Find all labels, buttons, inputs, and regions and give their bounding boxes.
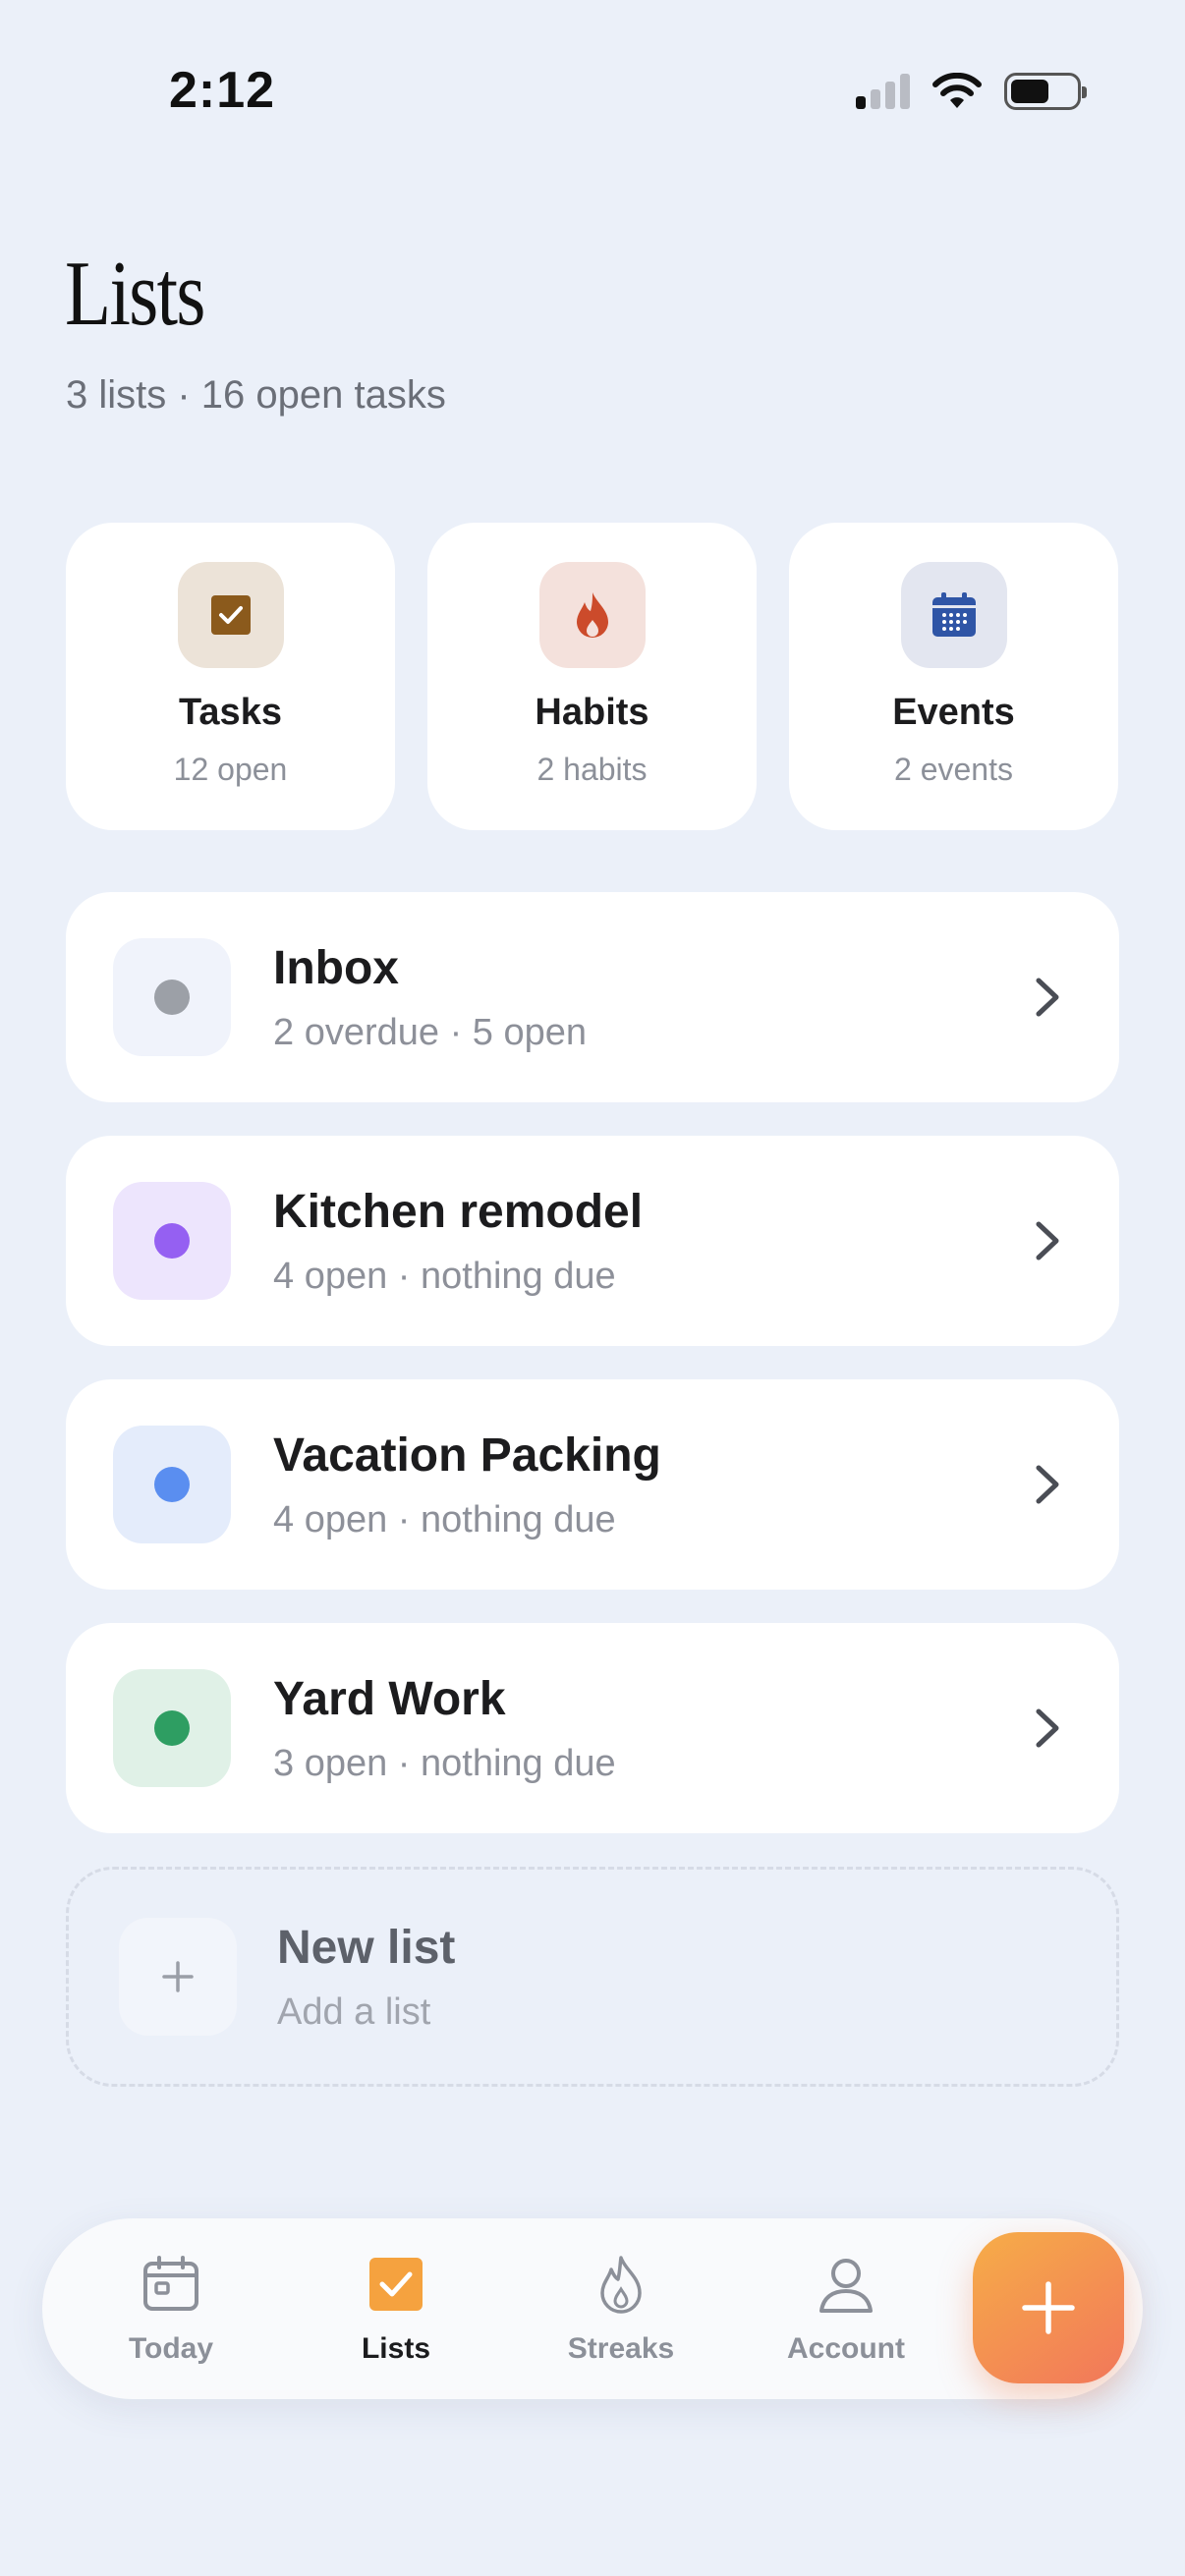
status-time: 2:12	[169, 62, 276, 119]
category-count: 12 open	[173, 752, 288, 787]
plus-icon	[162, 1961, 194, 1992]
events-icon-wrap	[900, 562, 1007, 668]
tasks-icon-wrap	[177, 562, 284, 668]
list-color-badge	[113, 1182, 231, 1300]
tab-today[interactable]: Today	[83, 2254, 259, 2372]
list-meta: 2 overdue · 5 open	[273, 1012, 588, 1053]
category-title: Tasks	[179, 692, 282, 733]
tab-label: Streaks	[567, 2332, 675, 2365]
list-color-badge	[113, 1669, 231, 1787]
new-list-subtitle: Add a list	[277, 1991, 431, 2033]
chevron-right-icon	[1036, 978, 1059, 1017]
page-title: Lists	[65, 243, 205, 345]
wifi-icon	[932, 73, 982, 108]
category-title: Habits	[535, 692, 649, 733]
list-row-yard-work[interactable]: Yard Work 3 open · nothing due	[66, 1623, 1119, 1833]
new-list-button[interactable]: New list Add a list	[66, 1867, 1119, 2087]
new-list-plus-badge	[119, 1918, 237, 2036]
list-color-dot	[154, 1710, 190, 1746]
lists-checkbox-icon	[369, 2258, 423, 2311]
tab-label: Lists	[361, 2332, 431, 2365]
tab-label: Today	[128, 2332, 214, 2365]
list-name: Inbox	[273, 942, 399, 994]
list-meta: 4 open · nothing due	[273, 1499, 616, 1540]
list-color-dot	[154, 1223, 190, 1259]
cellular-signal-icon	[856, 74, 910, 109]
plus-icon	[1022, 2281, 1075, 2334]
lists-screen: 2:12 Lists 3 lists · 16 open tasks Tasks…	[0, 0, 1185, 2576]
battery-icon	[1004, 73, 1087, 110]
category-tiles: Tasks 12 open Habits 2 habits Events 2 e…	[66, 523, 1118, 830]
tab-label: Account	[787, 2332, 905, 2365]
tab-streaks[interactable]: Streaks	[533, 2254, 709, 2372]
chevron-right-icon	[1036, 1465, 1059, 1504]
category-count: 2 events	[894, 752, 1013, 787]
list-meta: 3 open · nothing due	[273, 1743, 616, 1784]
list-name: Kitchen remodel	[273, 1186, 644, 1238]
list-row-vacation-packing[interactable]: Vacation Packing 4 open · nothing due	[66, 1379, 1119, 1590]
add-fab-button[interactable]	[973, 2232, 1124, 2383]
flame-outline-icon	[600, 2256, 642, 2314]
new-list-title: New list	[277, 1922, 456, 1974]
list-row-inbox[interactable]: Inbox 2 overdue · 5 open	[66, 892, 1119, 1102]
category-count: 2 habits	[536, 752, 648, 787]
calendar-day-icon	[143, 2256, 198, 2311]
list-name: Yard Work	[273, 1673, 506, 1725]
tab-lists[interactable]: Lists	[308, 2254, 484, 2372]
list-color-dot	[154, 1467, 190, 1502]
checkbox-icon	[210, 595, 251, 635]
list-row-kitchen-remodel[interactable]: Kitchen remodel 4 open · nothing due	[66, 1136, 1119, 1346]
category-tile-habits[interactable]: Habits 2 habits	[427, 523, 757, 830]
status-icons	[856, 73, 1087, 110]
tab-account[interactable]: Account	[758, 2254, 934, 2372]
category-tile-tasks[interactable]: Tasks 12 open	[66, 523, 395, 830]
flame-icon	[576, 592, 608, 638]
habits-icon-wrap	[538, 562, 646, 668]
list-color-badge	[113, 938, 231, 1056]
category-tile-events[interactable]: Events 2 events	[789, 523, 1118, 830]
list-name: Vacation Packing	[273, 1429, 661, 1482]
list-meta: 4 open · nothing due	[273, 1256, 616, 1297]
calendar-icon	[931, 592, 976, 637]
chevron-right-icon	[1036, 1708, 1059, 1748]
list-color-dot	[154, 980, 190, 1015]
category-title: Events	[892, 692, 1015, 733]
list-color-badge	[113, 1426, 231, 1543]
chevron-right-icon	[1036, 1221, 1059, 1260]
page-subtitle: 3 lists · 16 open tasks	[66, 373, 446, 417]
person-icon	[819, 2259, 873, 2313]
